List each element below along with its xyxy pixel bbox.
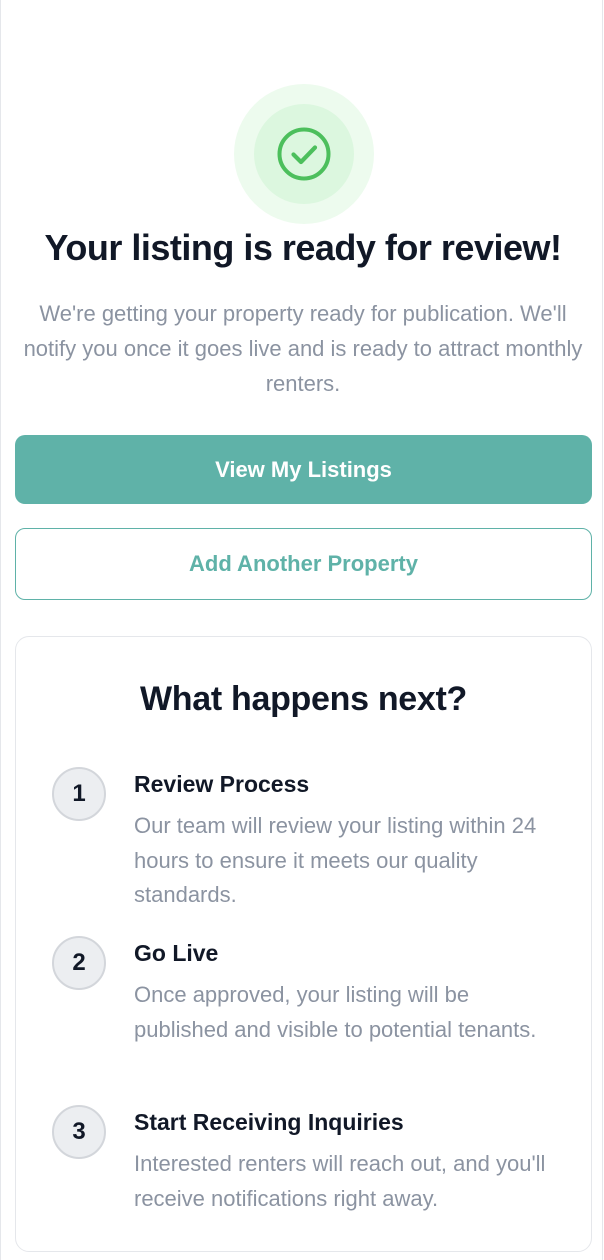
step-number-badge: 1: [52, 767, 106, 821]
step-description: Our team will review your listing within…: [134, 813, 537, 907]
next-steps-card: What happens next? 1 Review Process Our …: [15, 636, 592, 1252]
step-number-badge: 3: [52, 1105, 106, 1159]
add-another-property-button[interactable]: Add Another Property: [15, 528, 592, 600]
next-steps-title: What happens next?: [139, 680, 468, 718]
step-number-badge: 2: [52, 936, 106, 990]
step-title: Review Process: [134, 771, 310, 797]
view-my-listings-button[interactable]: View My Listings: [15, 435, 592, 504]
step-title: Go Live: [134, 940, 219, 966]
success-badge: [234, 84, 374, 224]
page-title: Your listing is ready for review!: [44, 227, 562, 268]
confirmation-message: We're getting your property ready for pu…: [23, 301, 583, 396]
step-title: Start Receiving Inquiries: [134, 1109, 404, 1135]
listing-confirmation-page: Your listing is ready for review! We're …: [0, 0, 603, 1260]
step-description: Interested renters will reach out, and y…: [134, 1151, 546, 1211]
step-description: Once approved, your listing will be publ…: [134, 982, 537, 1042]
success-badge-inner: [254, 104, 354, 204]
check-circle-icon: [277, 127, 331, 181]
